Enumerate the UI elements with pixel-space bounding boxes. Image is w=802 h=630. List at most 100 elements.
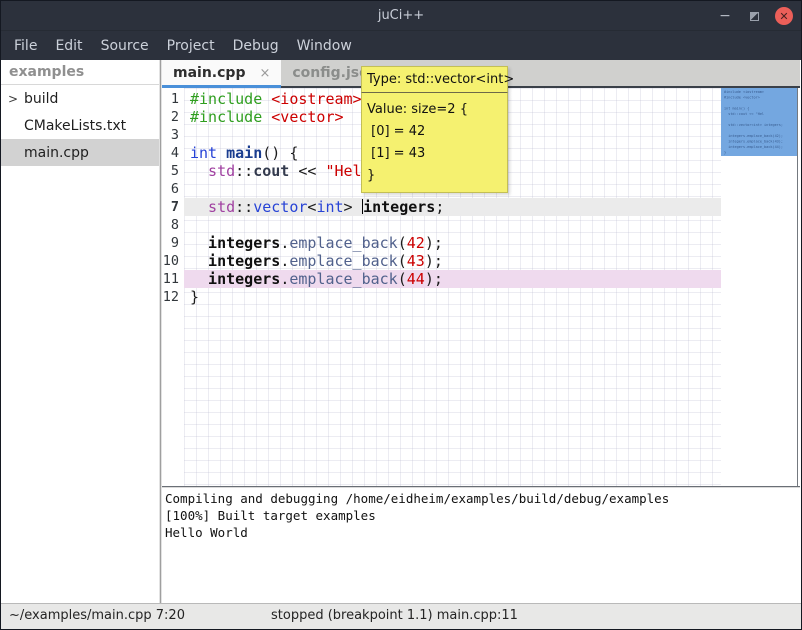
status-file-position: ~/examples/main.cpp 7:20 — [9, 608, 185, 623]
code-token: emplace_back — [289, 234, 397, 252]
line-number[interactable]: 2 — [162, 108, 184, 126]
code-token: . — [280, 252, 289, 270]
code-token: "Hel — [325, 162, 361, 180]
line-number[interactable]: 7 — [162, 198, 184, 216]
code-token: > — [344, 198, 362, 216]
tooltip-value-line: [0] = 42 — [367, 121, 507, 143]
tab-close-icon[interactable]: × — [259, 66, 270, 81]
code-line-text: integers.emplace_back(43); — [184, 252, 721, 270]
code-token: ( — [398, 270, 407, 288]
tooltip-value-line: } — [367, 165, 507, 187]
code-token: () { — [262, 144, 298, 162]
code-token: main — [226, 144, 262, 162]
code-line-text: integers.emplace_back(42); — [184, 234, 721, 252]
line-number[interactable]: 10 — [162, 252, 184, 270]
line-number[interactable]: 9 — [162, 234, 184, 252]
code-token: << — [289, 162, 325, 180]
code-token: std — [190, 198, 235, 216]
code-token: integers — [190, 270, 280, 288]
code-token: 44 — [407, 270, 425, 288]
line-number[interactable]: 3 — [162, 126, 184, 144]
line-number[interactable]: 4 — [162, 144, 184, 162]
sidebar-item-cmakelists.txt[interactable]: CMakeLists.txt — [1, 112, 159, 139]
code-token: ; — [435, 198, 444, 216]
code-line[interactable]: 7 std::vector<int> integers; — [162, 198, 721, 216]
sidebar-item-build[interactable]: >build — [1, 85, 159, 112]
status-bar: ~/examples/main.cpp 7:20 stopped (breakp… — [1, 603, 801, 629]
line-number[interactable]: 8 — [162, 216, 184, 234]
code-token: <iostream> — [271, 90, 361, 108]
code-token: ( — [398, 234, 407, 252]
code-line[interactable]: 8 — [162, 216, 721, 234]
tree-item-label: main.cpp — [24, 145, 89, 161]
output-panel[interactable]: Compiling and debugging /home/eidheim/ex… — [162, 488, 800, 603]
minimap-visible-region[interactable]: #include <iostream> #include <vector> in… — [721, 88, 797, 156]
tree-item-label: build — [24, 91, 58, 107]
code-token: int — [190, 144, 226, 162]
code-token: } — [190, 288, 199, 306]
line-number[interactable]: 11 — [162, 270, 184, 288]
code-token: integers — [190, 234, 280, 252]
code-token: integers — [363, 198, 435, 216]
code-token: ); — [425, 252, 443, 270]
code-token: :: — [235, 198, 253, 216]
restore-icon[interactable] — [750, 12, 759, 21]
window-title: juCi++ — [378, 8, 424, 23]
line-number[interactable]: 12 — [162, 288, 184, 306]
code-token: :: — [235, 162, 253, 180]
menu-item-project[interactable]: Project — [158, 34, 224, 58]
line-number[interactable]: 5 — [162, 162, 184, 180]
close-button[interactable]: ✕ — [775, 7, 793, 25]
juci-window: juCi++ − ✕ FileEditSourceProjectDebugWin… — [0, 0, 802, 630]
code-token: #include — [190, 90, 271, 108]
code-line-text: integers.emplace_back(44); — [184, 270, 721, 288]
code-token: . — [280, 270, 289, 288]
value-tooltip: Value: size=2 { [0] = 42 [1] = 43} — [361, 93, 508, 193]
menu-item-window[interactable]: Window — [288, 34, 361, 58]
tab-main-cpp[interactable]: main.cpp × — [162, 60, 281, 86]
menu-item-debug[interactable]: Debug — [224, 34, 288, 58]
sidebar-item-main.cpp[interactable]: main.cpp — [1, 139, 159, 166]
line-number[interactable]: 1 — [162, 90, 184, 108]
type-tooltip-text: Type: std::vector<int> — [367, 72, 514, 87]
menu-bar: FileEditSourceProjectDebugWindow — [1, 31, 801, 60]
code-token: ( — [398, 252, 407, 270]
code-line[interactable]: 9 integers.emplace_back(42); — [162, 234, 721, 252]
tab-label: main.cpp — [173, 65, 245, 81]
file-tree: >build CMakeLists.txt main.cpp — [1, 85, 159, 166]
code-token: #include — [190, 108, 271, 126]
code-token: std — [190, 162, 235, 180]
code-line[interactable]: 10 integers.emplace_back(43); — [162, 252, 721, 270]
chevron-right-icon: > — [5, 92, 21, 106]
minimap-code: #include <iostream> #include <vector> in… — [721, 88, 797, 156]
code-token: emplace_back — [289, 252, 397, 270]
code-line-text: std::vector<int> integers; — [184, 198, 721, 216]
code-line-text — [184, 216, 721, 234]
code-token: integers — [190, 252, 280, 270]
tooltip-value-line: [1] = 43 — [367, 143, 507, 165]
title-bar[interactable]: juCi++ − ✕ — [1, 1, 801, 31]
code-token: 43 — [407, 252, 425, 270]
menu-item-file[interactable]: File — [5, 34, 46, 58]
minimize-button[interactable]: − — [716, 8, 734, 24]
window-controls: − ✕ — [716, 1, 793, 31]
menu-item-edit[interactable]: Edit — [46, 34, 91, 58]
code-token: ); — [425, 234, 443, 252]
code-token: int — [316, 198, 343, 216]
code-line-text: } — [184, 288, 721, 306]
code-token: . — [280, 234, 289, 252]
line-number[interactable]: 6 — [162, 180, 184, 198]
code-token: cout — [253, 162, 289, 180]
menu-item-source[interactable]: Source — [92, 34, 158, 58]
tree-item-label: CMakeLists.txt — [24, 118, 126, 134]
status-debug-state: stopped (breakpoint 1.1) main.cpp:11 — [271, 608, 518, 623]
code-line[interactable]: 12} — [162, 288, 721, 306]
type-tooltip: Type: std::vector<int> — [361, 66, 508, 93]
minimap[interactable]: #include <iostream> #include <vector> in… — [721, 88, 798, 486]
code-token: vector — [253, 198, 307, 216]
code-token: 42 — [407, 234, 425, 252]
code-line[interactable]: 11 integers.emplace_back(44); — [162, 270, 721, 288]
project-title: examples — [1, 60, 159, 85]
tooltip-value-line: Value: size=2 { — [367, 99, 507, 121]
code-token: ); — [425, 270, 443, 288]
